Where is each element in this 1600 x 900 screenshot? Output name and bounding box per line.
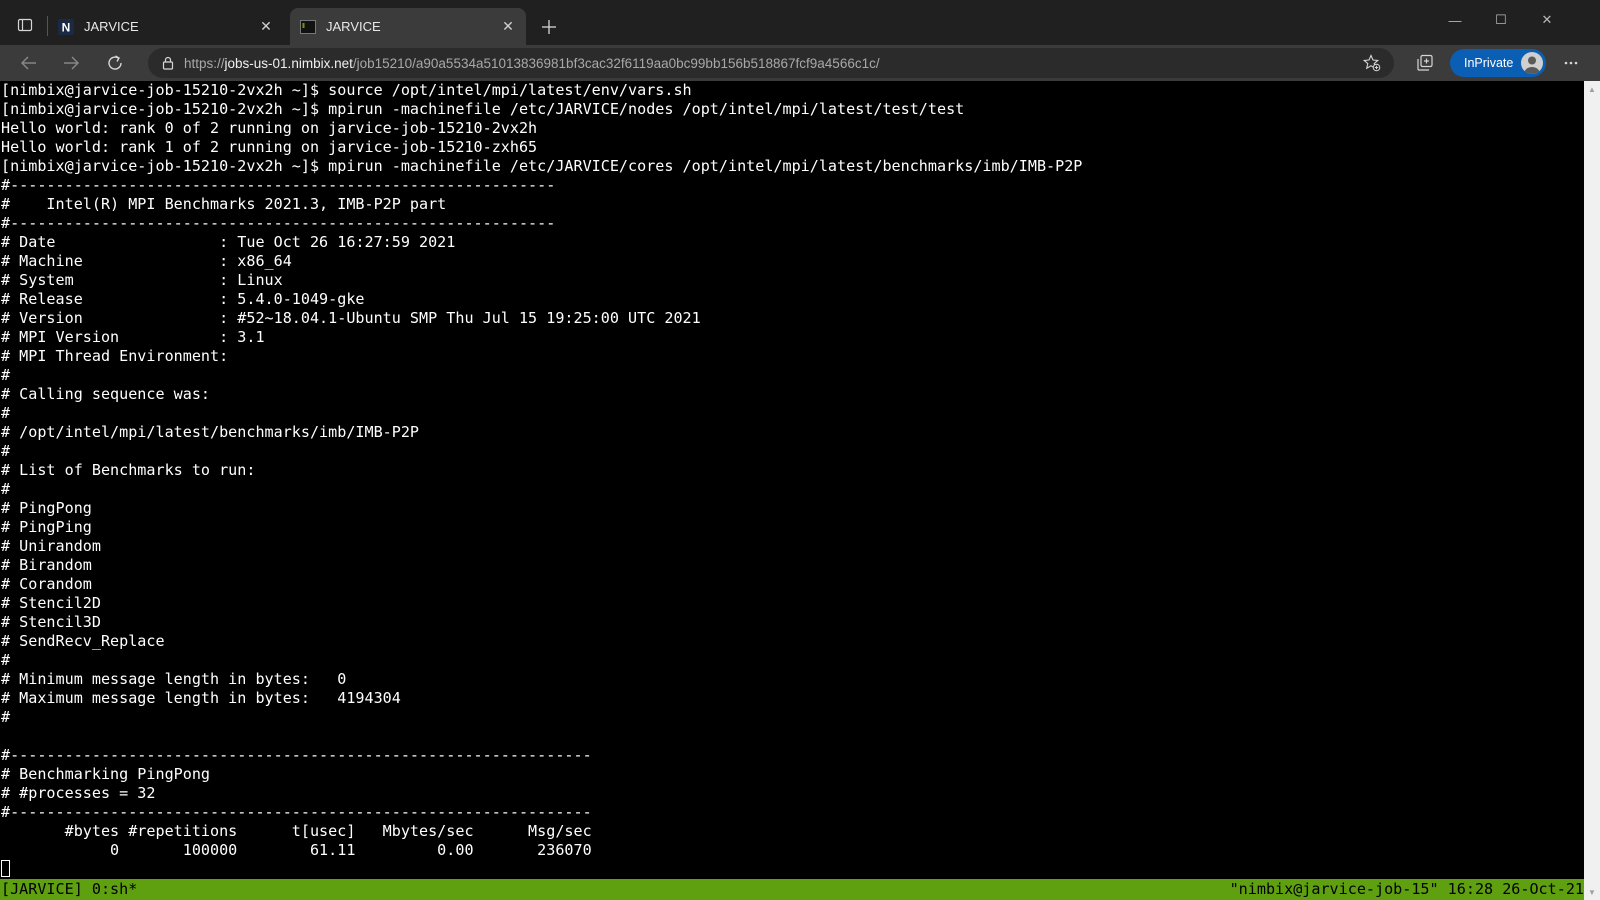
terminal-line: [nimbix@jarvice-job-15210-2vx2h ~]$ sour… bbox=[1, 81, 692, 99]
terminal-favicon-icon bbox=[300, 19, 316, 35]
maximize-icon: ☐ bbox=[1495, 12, 1507, 27]
tab-close-icon[interactable]: ✕ bbox=[258, 18, 274, 35]
terminal-line: [nimbix@jarvice-job-15210-2vx2h ~]$ mpir… bbox=[1, 100, 965, 118]
collections-button[interactable] bbox=[1410, 49, 1440, 77]
tab-strip: N JARVICE ✕ JARVICE ✕ — ☐ ✕ bbox=[0, 0, 1600, 45]
terminal-viewport[interactable]: [nimbix@jarvice-job-15210-2vx2h ~]$ sour… bbox=[0, 81, 1584, 879]
terminal-line: # MPI Version : 3.1 bbox=[1, 328, 265, 346]
refresh-button[interactable] bbox=[100, 49, 130, 77]
settings-menu-button[interactable] bbox=[1556, 49, 1586, 77]
inprivate-label: InPrivate bbox=[1464, 56, 1514, 70]
maximize-button[interactable]: ☐ bbox=[1478, 0, 1524, 40]
tab-title: JARVICE bbox=[84, 19, 139, 34]
status-session: [JARVICE] 0:sh* bbox=[1, 880, 138, 898]
terminal-line: # Release : 5.4.0-1049-gke bbox=[1, 290, 365, 308]
url-text[interactable]: https://jobs-us-01.nimbix.net/job15210/a… bbox=[184, 56, 880, 71]
plus-icon bbox=[542, 20, 556, 34]
terminal-line: # Stencil3D bbox=[1, 613, 101, 631]
add-favorite-button[interactable] bbox=[1362, 53, 1382, 73]
collections-icon bbox=[1417, 54, 1433, 71]
lock-icon[interactable] bbox=[160, 55, 176, 71]
refresh-icon bbox=[108, 55, 122, 70]
more-icon bbox=[1564, 61, 1578, 65]
arrow-right-icon bbox=[64, 56, 79, 70]
terminal-line: #---------------------------------------… bbox=[1, 176, 556, 194]
terminal-line: # PingPing bbox=[1, 518, 92, 536]
tab-jarvice-1[interactable]: N JARVICE ✕ bbox=[48, 8, 284, 45]
terminal-line: #bytes #repetitions t[usec] Mbytes/sec M… bbox=[1, 822, 592, 840]
terminal-line: # Stencil2D bbox=[1, 594, 101, 612]
star-plus-icon bbox=[1363, 54, 1381, 72]
url-path: /job15210/a90a5534a51013836981bf3cac32f6… bbox=[352, 55, 880, 71]
close-window-button[interactable]: ✕ bbox=[1524, 0, 1570, 40]
arrow-left-icon bbox=[21, 56, 36, 70]
terminal-line: # MPI Thread Environment: bbox=[1, 347, 229, 365]
url-host: jobs-us-01.nimbix.net bbox=[224, 55, 353, 71]
terminal-line: # Intel(R) MPI Benchmarks 2021.3, IMB-P2… bbox=[1, 195, 447, 213]
scroll-down-icon[interactable]: ▼ bbox=[1584, 884, 1600, 900]
terminal-line: # Birandom bbox=[1, 556, 92, 574]
tab-jarvice-2[interactable]: JARVICE ✕ bbox=[290, 8, 526, 45]
terminal-line: #---------------------------------------… bbox=[1, 803, 592, 821]
svg-text:N: N bbox=[62, 20, 71, 34]
terminal-line: # Calling sequence was: bbox=[1, 385, 211, 403]
terminal-output: [nimbix@jarvice-job-15210-2vx2h ~]$ sour… bbox=[1, 81, 1082, 879]
terminal-line: 0 100000 61.11 0.00 236070 bbox=[1, 841, 592, 859]
terminal-line: # Benchmarking PingPong bbox=[1, 765, 211, 783]
tab-actions-icon bbox=[17, 18, 33, 32]
terminal-line: # Version : #52~18.04.1-Ubuntu SMP Thu J… bbox=[1, 309, 701, 327]
terminal-line: # bbox=[1, 480, 11, 498]
tab-actions-button[interactable] bbox=[10, 11, 40, 39]
terminal-line: # Unirandom bbox=[1, 537, 101, 555]
terminal-line: # bbox=[1, 651, 11, 669]
terminal-line: # bbox=[1, 404, 11, 422]
terminal-line: # Machine : x86_64 bbox=[1, 252, 292, 270]
terminal-line: # List of Benchmarks to run: bbox=[1, 461, 256, 479]
terminal-line: # SendRecv_Replace bbox=[1, 632, 165, 650]
address-bar[interactable]: https://jobs-us-01.nimbix.net/job15210/a… bbox=[148, 48, 1394, 78]
person-icon bbox=[1524, 56, 1540, 74]
new-tab-button[interactable] bbox=[535, 13, 563, 41]
scroll-up-icon[interactable]: ▲ bbox=[1584, 81, 1600, 97]
status-host-time: "nimbix@jarvice-job-15" 16:28 26-Oct-21 bbox=[1229, 880, 1584, 898]
scroll-thumb[interactable] bbox=[1586, 98, 1598, 878]
url-scheme: https:// bbox=[184, 55, 225, 71]
terminal-line: # System : Linux bbox=[1, 271, 283, 289]
tmux-status-bar: [JARVICE] 0:sh* "nimbix@jarvice-job-15" … bbox=[0, 879, 1584, 900]
terminal-cursor bbox=[1, 860, 10, 877]
minimize-button[interactable]: — bbox=[1432, 0, 1478, 40]
minimize-icon: — bbox=[1448, 12, 1462, 28]
terminal-line: # Maximum message length in bytes: 41943… bbox=[1, 689, 401, 707]
forward-button[interactable] bbox=[56, 49, 86, 77]
close-icon: ✕ bbox=[1541, 12, 1553, 27]
terminal-line: # Date : Tue Oct 26 16:27:59 2021 bbox=[1, 233, 456, 251]
terminal-line: #---------------------------------------… bbox=[1, 214, 556, 232]
terminal-line: # bbox=[1, 708, 11, 726]
terminal-prompt-line bbox=[1, 860, 1082, 879]
back-button[interactable] bbox=[14, 49, 44, 77]
tab-close-icon[interactable]: ✕ bbox=[500, 18, 516, 35]
terminal-line: #---------------------------------------… bbox=[1, 746, 592, 764]
terminal-scrollbar[interactable]: ▲ ▼ bbox=[1584, 81, 1600, 900]
terminal-line: Hello world: rank 1 of 2 running on jarv… bbox=[1, 138, 538, 156]
terminal-line: # bbox=[1, 442, 11, 460]
nimbix-favicon-icon: N bbox=[58, 18, 74, 35]
terminal-line: # #processes = 32 bbox=[1, 784, 156, 802]
terminal-line: [nimbix@jarvice-job-15210-2vx2h ~]$ mpir… bbox=[1, 157, 1083, 175]
terminal-line: # bbox=[1, 366, 11, 384]
terminal-line: # Corandom bbox=[1, 575, 92, 593]
terminal-line: # Minimum message length in bytes: 0 bbox=[1, 670, 347, 688]
avatar bbox=[1521, 52, 1543, 74]
terminal-line: # /opt/intel/mpi/latest/benchmarks/imb/I… bbox=[1, 423, 420, 441]
terminal-line: Hello world: rank 0 of 2 running on jarv… bbox=[1, 119, 538, 137]
terminal-line: # PingPong bbox=[1, 499, 92, 517]
inprivate-button[interactable]: InPrivate bbox=[1450, 49, 1546, 77]
browser-toolbar: https://jobs-us-01.nimbix.net/job15210/a… bbox=[0, 45, 1600, 81]
tab-title: JARVICE bbox=[326, 19, 381, 34]
